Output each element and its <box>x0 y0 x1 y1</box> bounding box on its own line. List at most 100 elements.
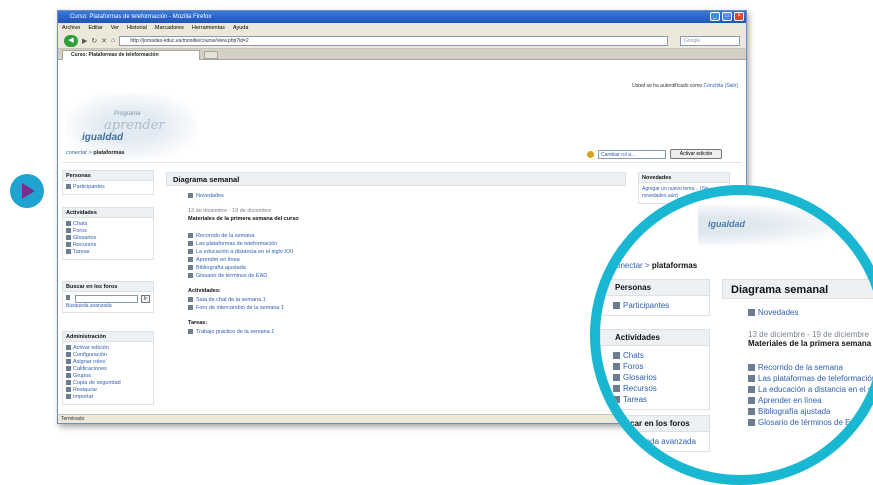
news-forum-link[interactable]: Novedades <box>188 192 626 200</box>
menu-editar[interactable]: Editar <box>88 23 102 33</box>
people-block: Personas Participantes <box>62 170 154 195</box>
title-bar: Curso: Plataformas de teleformación - Mo… <box>58 11 746 23</box>
activity-link[interactable]: Foro de intercambio de la semana 1 <box>188 304 626 312</box>
zoom-search-block: Buscar en los foros Búsqueda avanzada <box>600 415 710 452</box>
week-date: 13 de diciembre - 19 de diciembre <box>188 208 272 214</box>
zoom-breadcrumb-current: plataformas <box>651 261 698 270</box>
zoom-resource-link[interactable]: Las plataformas de teleformación <box>748 373 873 384</box>
zoom-sidebar-item-chats[interactable]: Chats <box>613 350 705 361</box>
role-icon <box>587 150 594 158</box>
sidebar-item-forums[interactable]: Foros <box>66 228 150 235</box>
sidebar-item-participants[interactable]: Participantes <box>66 184 150 191</box>
admin-title: Administración <box>63 332 153 342</box>
zoom-people-title: Personas <box>601 280 709 296</box>
resource-link[interactable]: Aprender en línea <box>188 256 626 264</box>
admin-item-import[interactable]: Importar <box>66 394 150 401</box>
zoom-resource-link[interactable]: Glosario de términos de EAD <box>748 417 873 428</box>
new-tab-button[interactable] <box>204 51 218 59</box>
week-title: Materiales de la primera semana del curs… <box>188 216 299 222</box>
forward-icon[interactable]: ▶ <box>82 37 87 45</box>
zoom-news-forum-link[interactable]: Novedades <box>748 307 873 318</box>
logo-line-3: igualdad <box>82 132 124 143</box>
zoom-sidebar-item-tasks[interactable]: Tareas <box>613 394 705 405</box>
tasks-heading: Tareas: <box>188 320 208 326</box>
zoom-lens: igualdad conectar > plataformas Personas… <box>590 185 873 485</box>
minimize-icon[interactable]: _ <box>710 12 720 21</box>
tab-course[interactable]: Curso: Plataformas de teleformación <box>62 50 200 60</box>
zoom-resource-link[interactable]: La educación a distancia en el siglo XXI <box>748 384 873 395</box>
zoom-resource-link[interactable]: Recorrido de la semana <box>748 362 873 373</box>
maximize-icon[interactable]: □ <box>722 12 732 21</box>
zoom-activities-title: Actividades <box>601 330 709 346</box>
search-block: Buscar en los foros Ir Búsqueda avanzada <box>62 281 154 313</box>
search-input[interactable]: Google <box>680 35 740 46</box>
logo-line-1: Programa <box>114 111 141 117</box>
admin-item-settings[interactable]: Configuración <box>66 352 150 359</box>
menu-archivo[interactable]: Archivo <box>62 23 80 33</box>
breadcrumb-current: plataformas <box>93 150 125 156</box>
resource-link[interactable]: Recorrido de la semana <box>188 232 626 240</box>
resource-link[interactable]: Glosario de términos de EAD <box>188 272 626 280</box>
task-link[interactable]: Trabajo práctico de la semana 1 <box>188 328 626 336</box>
play-bullet-icon <box>10 174 44 208</box>
role-select[interactable]: Cambiar rol a... <box>598 149 666 159</box>
zoom-breadcrumb: conectar > plataformas <box>612 261 698 270</box>
zoom-sidebar-item-resources[interactable]: Recursos <box>613 383 705 394</box>
menu-bar: Archivo Editar Ver Historial Marcadores … <box>58 23 746 33</box>
divider <box>62 162 742 163</box>
people-title: Personas <box>63 171 153 181</box>
zoom-week-date: 13 de diciembre - 19 de diciembre <box>748 330 869 339</box>
menu-marcadores[interactable]: Marcadores <box>155 23 184 33</box>
back-button[interactable]: ◀ <box>64 34 78 47</box>
login-prefix: Usted se ha autentificado como <box>632 83 703 89</box>
admin-item-grades[interactable]: Calificaciones <box>66 366 150 373</box>
login-info: Usted se ha autentificado como Conchita … <box>632 83 738 89</box>
activities-block: Actividades Chats Foros Glosarios Recurs… <box>62 207 154 260</box>
admin-item-backup[interactable]: Copia de seguridad <box>66 380 150 387</box>
tab-bar: Curso: Plataformas de teleformación <box>58 49 746 60</box>
zoom-sidebar-item-glossaries[interactable]: Glosarios <box>613 372 705 383</box>
advanced-search-link[interactable]: Búsqueda avanzada <box>66 303 112 309</box>
admin-item-roles[interactable]: Asignar roles <box>66 359 150 366</box>
course-main: Diagrama semanal Novedades 13 de diciemb… <box>166 172 626 336</box>
admin-block: Administración Activar edición Configura… <box>62 331 154 405</box>
forum-search-input[interactable] <box>75 295 138 303</box>
close-icon[interactable]: × <box>734 12 744 21</box>
forum-search-go-button[interactable]: Ir <box>140 295 150 303</box>
resource-link[interactable]: Las plataformas de teleformación <box>188 240 626 248</box>
zoom-page-title: Diagrama semanal <box>722 279 873 299</box>
edit-button[interactable]: Activar edición <box>670 149 722 159</box>
zoom-activities-block: Actividades Chats Foros Glosarios Recurs… <box>600 329 710 410</box>
sidebar-item-chats[interactable]: Chats <box>66 221 150 228</box>
home-icon[interactable]: ⌂ <box>111 37 115 44</box>
zoom-resource-link[interactable]: Bibliografía ajustada <box>748 406 873 417</box>
resource-link[interactable]: La educación a distancia en el siglo XXI <box>188 248 626 256</box>
menu-ver[interactable]: Ver <box>111 23 119 33</box>
user-link[interactable]: Conchita (Salir) <box>704 83 738 89</box>
admin-item-edit[interactable]: Activar edición <box>66 345 150 352</box>
navigation-toolbar: ◀ ▶ ↻ ✕ ⌂ http://jornadas-educ.es/moodle… <box>58 33 746 49</box>
menu-historial[interactable]: Historial <box>127 23 147 33</box>
reload-icon[interactable]: ↻ <box>91 37 97 45</box>
zoom-logo-text: igualdad <box>708 219 746 229</box>
zoom-breadcrumb-link[interactable]: conectar <box>612 261 643 270</box>
admin-item-restore[interactable]: Restaurar <box>66 387 150 394</box>
menu-herramientas[interactable]: Herramientas <box>192 23 225 33</box>
zoom-advanced-search-link[interactable]: Búsqueda avanzada <box>613 436 705 447</box>
zoom-people-block: Personas Participantes <box>600 279 710 316</box>
role-toolbar: Cambiar rol a... Activar edición <box>587 149 722 159</box>
menu-ayuda[interactable]: Ayuda <box>233 23 249 33</box>
activity-link[interactable]: Sala de chat de la semana 1 <box>188 296 626 304</box>
resource-link[interactable]: Bibliografía ajustada <box>188 264 626 272</box>
breadcrumb-link[interactable]: conectar <box>66 150 87 156</box>
stop-icon[interactable]: ✕ <box>101 37 107 45</box>
sidebar-item-tasks[interactable]: Tareas <box>66 249 150 256</box>
sidebar-item-glossaries[interactable]: Glosarios <box>66 235 150 242</box>
sidebar-item-resources[interactable]: Recursos <box>66 242 150 249</box>
url-input[interactable]: http://jornadas-educ.es/moodle/course/vi… <box>119 35 668 46</box>
activities-title: Actividades <box>63 208 153 218</box>
admin-item-groups[interactable]: Grupos <box>66 373 150 380</box>
zoom-sidebar-item-participants[interactable]: Participantes <box>613 300 705 311</box>
zoom-sidebar-item-forums[interactable]: Foros <box>613 361 705 372</box>
zoom-resource-link[interactable]: Aprender en línea <box>748 395 873 406</box>
